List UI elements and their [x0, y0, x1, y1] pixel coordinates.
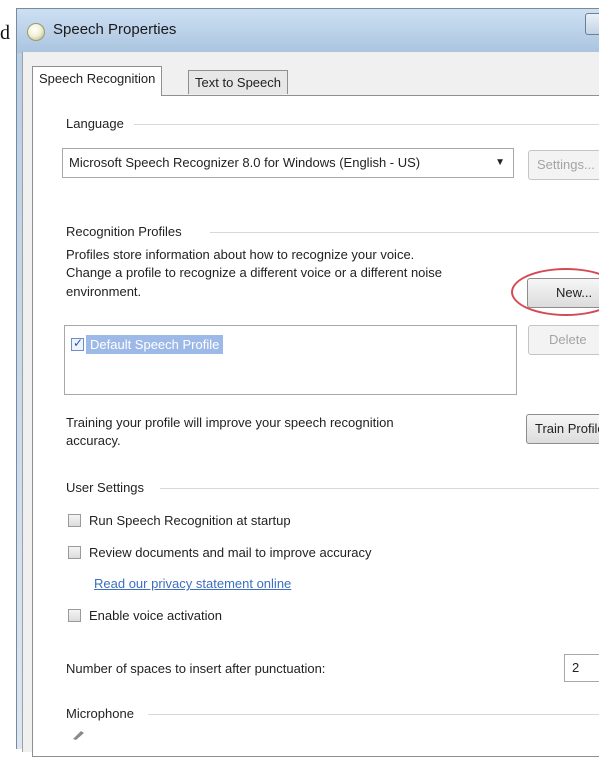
user-settings-group-line [160, 488, 599, 489]
chevron-down-icon: ▼ [495, 157, 505, 168]
spaces-value: 2 [572, 660, 580, 675]
title-bar[interactable]: Speech Properties [17, 9, 599, 53]
help-button[interactable] [585, 13, 599, 35]
new-profile-button-label: New... [556, 285, 593, 300]
delete-profile-button[interactable]: Delete [528, 325, 599, 355]
voice-activation-label: Enable voice activation [89, 607, 222, 623]
microphone-icon [73, 731, 84, 740]
microphone-group-label: Microphone [66, 706, 134, 721]
review-documents-checkbox[interactable] [68, 545, 81, 559]
training-text-1: Training your profile will improve your … [66, 415, 394, 430]
review-documents-label: Review documents and mail to improve acc… [89, 544, 372, 560]
profile-name: Default Speech Profile [86, 334, 224, 354]
profiles-description-3: environment. [66, 284, 142, 299]
delete-profile-button-label: Delete [549, 332, 587, 347]
new-profile-button[interactable]: New... [527, 278, 599, 308]
user-settings-group-label: User Settings [66, 480, 145, 495]
train-profile-button-label: Train Profile... [535, 421, 599, 436]
tab-text-to-speech[interactable]: Text to Speech [188, 70, 288, 94]
list-item[interactable]: Default Speech Profile [71, 332, 224, 356]
spaces-label: Number of spaces to insert after punctua… [66, 661, 326, 676]
profiles-list[interactable]: Default Speech Profile [64, 325, 517, 395]
language-group-label: Language [66, 116, 124, 131]
profile-checkbox[interactable] [71, 336, 84, 351]
run-at-startup-option[interactable]: Run Speech Recognition at startup [68, 509, 291, 531]
profiles-description-2: Change a profile to recognize a differen… [66, 265, 443, 280]
language-select-value: Microsoft Speech Recognizer 8.0 for Wind… [69, 155, 421, 170]
profiles-group-line [210, 232, 599, 233]
review-documents-option[interactable]: Review documents and mail to improve acc… [68, 541, 372, 563]
profiles-group-label: Recognition Profiles [66, 224, 182, 239]
profiles-description-1: Profiles store information about how to … [66, 247, 415, 262]
settings-button[interactable]: Settings... [528, 150, 599, 180]
tab-speech-recognition[interactable]: Speech Recognition [32, 66, 163, 96]
settings-button-label: Settings... [537, 157, 595, 172]
language-select[interactable]: Microsoft Speech Recognizer 8.0 for Wind… [62, 148, 514, 178]
voice-activation-option[interactable]: Enable voice activation [68, 604, 222, 626]
run-at-startup-label: Run Speech Recognition at startup [89, 512, 291, 528]
spaces-stepper[interactable]: 2 [564, 654, 599, 682]
speech-app-icon [27, 23, 45, 41]
run-at-startup-checkbox[interactable] [68, 513, 81, 527]
privacy-statement-link[interactable]: Read our privacy statement online [94, 576, 291, 591]
microphone-group-line [148, 714, 599, 715]
voice-activation-checkbox[interactable] [68, 608, 81, 622]
stray-text: d [0, 22, 10, 44]
tab-speech-recognition-label: Speech Recognition [39, 71, 156, 86]
train-profile-button[interactable]: Train Profile... [526, 414, 599, 444]
tab-text-to-speech-label: Text to Speech [195, 75, 281, 90]
training-text-2: accuracy. [66, 433, 121, 448]
window-title: Speech Properties [53, 21, 177, 38]
language-group-line [134, 124, 599, 125]
